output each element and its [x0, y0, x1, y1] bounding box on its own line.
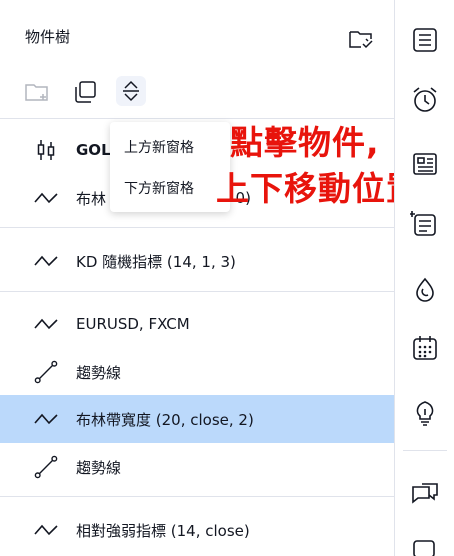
- tree-row-trendline[interactable]: 趨勢線: [0, 443, 394, 491]
- right-toolbar: [394, 0, 454, 556]
- screener-icon[interactable]: [407, 206, 443, 242]
- wave-icon: [34, 312, 58, 336]
- group-divider: [0, 496, 394, 497]
- group-divider: [0, 291, 394, 292]
- move-pane-icon[interactable]: [116, 76, 146, 106]
- menu-item-new-pane-above[interactable]: 上方新窗格: [124, 137, 194, 157]
- tree-row-label: 相對強弱指標 (14, close): [76, 521, 250, 540]
- folder-settings-icon[interactable]: [346, 24, 376, 54]
- wave-icon: [34, 518, 58, 542]
- annotation-line1: 點擊物件,: [230, 123, 380, 162]
- chat-icon[interactable]: [407, 476, 443, 512]
- watchlist-icon[interactable]: [407, 22, 443, 58]
- hotlist-icon[interactable]: [407, 272, 443, 308]
- new-folder-icon[interactable]: [22, 77, 52, 107]
- tree-row-label: EURUSD, FXCM: [76, 315, 190, 333]
- tree-row-rsi[interactable]: 相對強弱指標 (14, close): [0, 506, 394, 554]
- tree-row-label: KD 隨機指標 (14, 1, 3): [76, 252, 236, 271]
- tree-row-label: 布林: [76, 189, 107, 208]
- tree-row-label: 趨勢線: [76, 363, 122, 382]
- tree-row-trendline[interactable]: 趨勢線: [0, 348, 394, 396]
- header-divider: [0, 118, 394, 119]
- group-divider: [0, 227, 394, 228]
- candlestick-icon: [34, 138, 58, 162]
- wave-icon: [34, 249, 58, 273]
- tree-row-label: GOL: [76, 141, 111, 159]
- tree-row-bbw-selected[interactable]: 布林帶寬度 (20, close, 2): [0, 395, 394, 443]
- panel-title: 物件樹: [25, 28, 71, 46]
- news-icon[interactable]: [407, 146, 443, 182]
- tree-row-kd[interactable]: KD 隨機指標 (14, 1, 3): [0, 237, 394, 285]
- menu-item-new-pane-below[interactable]: 下方新窗格: [124, 178, 194, 198]
- tree-row-label: 趨勢線: [76, 458, 122, 477]
- move-pane-menu: 上方新窗格 下方新窗格: [110, 122, 230, 212]
- trendline-icon: [34, 455, 58, 479]
- wave-icon: [34, 186, 58, 210]
- annotation-line2: 上下移動位置: [216, 169, 420, 208]
- tree-row-eurusd[interactable]: EURUSD, FXCM: [0, 300, 394, 348]
- alarm-clock-icon[interactable]: [407, 82, 443, 118]
- messages-icon[interactable]: [407, 532, 443, 556]
- wave-icon: [34, 407, 58, 431]
- duplicate-icon[interactable]: [70, 77, 100, 107]
- tree-row-label: 布林帶寬度 (20, close, 2): [76, 410, 254, 429]
- trendline-icon: [34, 360, 58, 384]
- toolbar-divider: [403, 450, 447, 451]
- lightbulb-icon[interactable]: [407, 394, 443, 430]
- object-tree-panel: 物件樹 GOL 布林 , 0) KD 隨機指標 (14, 1, 3) EURUS…: [0, 0, 419, 556]
- calendar-icon[interactable]: [407, 330, 443, 366]
